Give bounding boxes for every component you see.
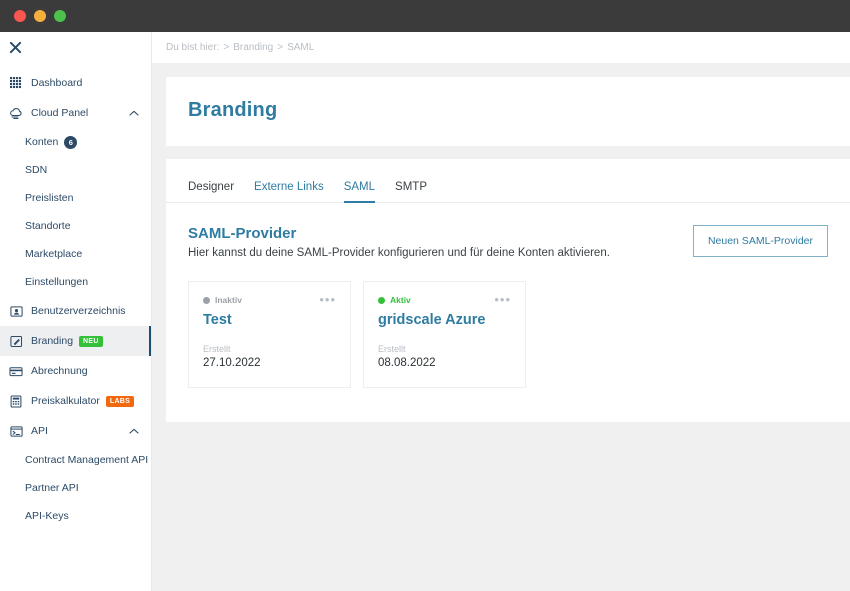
- card-meta-value: 08.08.2022: [378, 357, 436, 369]
- app-body: Dashboard Cloud Panel Konten 6 SDN Preis…: [0, 32, 850, 591]
- sidebar-item-label: Marketplace: [25, 248, 83, 260]
- window-close-button[interactable]: [14, 10, 26, 22]
- sidebar-item-api-keys[interactable]: API-Keys: [0, 502, 151, 530]
- window-titlebar: [0, 0, 850, 32]
- window-minimize-button[interactable]: [34, 10, 46, 22]
- card-header: Aktiv •••: [378, 293, 511, 306]
- card-meta-value: 27.10.2022: [203, 357, 261, 369]
- konten-count-badge: 6: [64, 135, 78, 149]
- sidebar-item-label: Preislisten: [25, 192, 74, 204]
- breadcrumb-item-branding[interactable]: Branding: [233, 42, 273, 53]
- sidebar-item-preislisten[interactable]: Preislisten: [0, 184, 151, 212]
- sidebar-item-label: SDN: [25, 164, 48, 176]
- card-title: Test: [203, 312, 232, 328]
- sidebar-item-label: Preiskalkulator: [31, 395, 100, 407]
- sidebar-item-label: Einstellungen: [25, 276, 89, 288]
- breadcrumb-separator: >: [277, 42, 284, 53]
- branding-new-badge: NEU: [79, 335, 103, 347]
- page-header-panel: Branding: [166, 77, 850, 146]
- close-icon[interactable]: [4, 36, 26, 58]
- section-header-text: SAML-Provider Hier kannst du deine SAML-…: [188, 225, 610, 259]
- sidebar-item-label: Abrechnung: [31, 365, 88, 377]
- status-dot-icon: [378, 296, 385, 304]
- tab-smtp[interactable]: SMTP: [395, 181, 427, 202]
- kebab-menu-icon[interactable]: •••: [494, 293, 511, 306]
- card-title: gridscale Azure: [378, 312, 486, 328]
- sidebar-nav: Dashboard Cloud Panel Konten 6 SDN Preis…: [0, 62, 151, 530]
- app-window: Dashboard Cloud Panel Konten 6 SDN Preis…: [0, 0, 850, 591]
- section-title: SAML-Provider: [188, 225, 297, 242]
- sidebar-item-label: Branding: [31, 335, 74, 347]
- sidebar-item-marketplace[interactable]: Marketplace: [0, 240, 151, 268]
- status-label: Aktiv: [390, 295, 411, 305]
- pencil-square-icon: [8, 333, 24, 349]
- sidebar-item-partner-api[interactable]: Partner API: [0, 474, 151, 502]
- chevron-up-icon[interactable]: [129, 427, 139, 436]
- sidebar-item-label: Benutzerverzeichnis: [31, 305, 126, 317]
- sidebar-item-cloud-panel[interactable]: Cloud Panel: [0, 98, 151, 128]
- window-zoom-button[interactable]: [54, 10, 66, 22]
- breadcrumb-separator: >: [223, 42, 230, 53]
- card-meta-label: Erstellt: [203, 344, 231, 354]
- tab-externe-links[interactable]: Externe Links: [254, 181, 324, 202]
- status-label: Inaktiv: [215, 295, 242, 305]
- sidebar-item-branding[interactable]: Branding NEU: [0, 326, 151, 356]
- sidebar-item-benutzerverzeichnis[interactable]: Benutzerverzeichnis: [0, 296, 151, 326]
- sidebar-item-label: Cloud Panel: [31, 107, 89, 119]
- sidebar-item-konten[interactable]: Konten 6: [0, 128, 151, 156]
- status-dot-icon: [203, 296, 210, 304]
- tab-saml[interactable]: SAML: [343, 181, 376, 203]
- new-saml-provider-button[interactable]: Neuen SAML-Provider: [692, 225, 828, 257]
- sidebar-item-api[interactable]: API: [0, 416, 151, 446]
- breadcrumb: Du bist hier: > Branding > SAML: [152, 32, 850, 63]
- main-content: Du bist hier: > Branding > SAML Branding…: [152, 32, 850, 591]
- card-header: Inaktiv •••: [203, 293, 336, 306]
- calculator-icon: [8, 393, 24, 409]
- page-title: Branding: [188, 99, 278, 121]
- cloud-icon: [8, 105, 24, 121]
- saml-provider-card[interactable]: Inaktiv ••• Test Erstellt 27.10.2022: [188, 281, 351, 388]
- tab-designer[interactable]: Designer: [188, 181, 234, 202]
- user-card-icon: [8, 303, 24, 319]
- chevron-up-icon[interactable]: [129, 109, 139, 118]
- sidebar-item-label: API-Keys: [25, 510, 69, 522]
- sidebar-item-label: Standorte: [25, 220, 71, 232]
- sidebar-close-row: [0, 32, 151, 62]
- sidebar-item-label: Partner API: [25, 482, 79, 494]
- terminal-icon: [8, 423, 24, 439]
- kebab-menu-icon[interactable]: •••: [319, 293, 336, 306]
- sidebar-item-contract-management-api[interactable]: Contract Management API: [0, 446, 151, 474]
- sidebar-item-label: Konten: [25, 136, 59, 148]
- sidebar-item-label: API: [31, 425, 48, 437]
- status-badge: Inaktiv: [203, 295, 242, 305]
- credit-card-icon: [8, 363, 24, 379]
- sidebar-item-label: Dashboard: [31, 77, 83, 89]
- card-meta-label: Erstellt: [378, 344, 406, 354]
- saml-panel: Designer Externe Links SAML SMTP SAML-Pr…: [166, 159, 850, 422]
- status-badge: Aktiv: [378, 295, 411, 305]
- sidebar-item-abrechnung[interactable]: Abrechnung: [0, 356, 151, 386]
- sidebar-item-sdn[interactable]: SDN: [0, 156, 151, 184]
- section-description: Hier kannst du deine SAML-Provider konfi…: [188, 247, 610, 259]
- saml-provider-card-list: Inaktiv ••• Test Erstellt 27.10.2022 Akt…: [166, 259, 850, 422]
- tab-bar: Designer Externe Links SAML SMTP: [166, 159, 850, 203]
- sidebar-item-preiskalkulator[interactable]: Preiskalkulator LABS: [0, 386, 151, 416]
- sidebar-item-einstellungen[interactable]: Einstellungen: [0, 268, 151, 296]
- content-scroll-region: Branding Designer Externe Links SAML SMT…: [152, 63, 850, 591]
- grid-icon: [8, 75, 24, 91]
- sidebar-item-label: Contract Management API: [25, 454, 149, 466]
- sidebar: Dashboard Cloud Panel Konten 6 SDN Preis…: [0, 32, 152, 591]
- section-header: SAML-Provider Hier kannst du deine SAML-…: [166, 203, 850, 259]
- sidebar-item-standorte[interactable]: Standorte: [0, 212, 151, 240]
- sidebar-item-dashboard[interactable]: Dashboard: [0, 68, 151, 98]
- breadcrumb-prefix: Du bist hier:: [166, 42, 220, 53]
- saml-provider-card[interactable]: Aktiv ••• gridscale Azure Erstellt 08.08…: [363, 281, 526, 388]
- preiskalkulator-labs-badge: LABS: [105, 395, 135, 407]
- page-title-bar: Branding: [166, 77, 850, 146]
- breadcrumb-item-saml[interactable]: SAML: [287, 42, 314, 53]
